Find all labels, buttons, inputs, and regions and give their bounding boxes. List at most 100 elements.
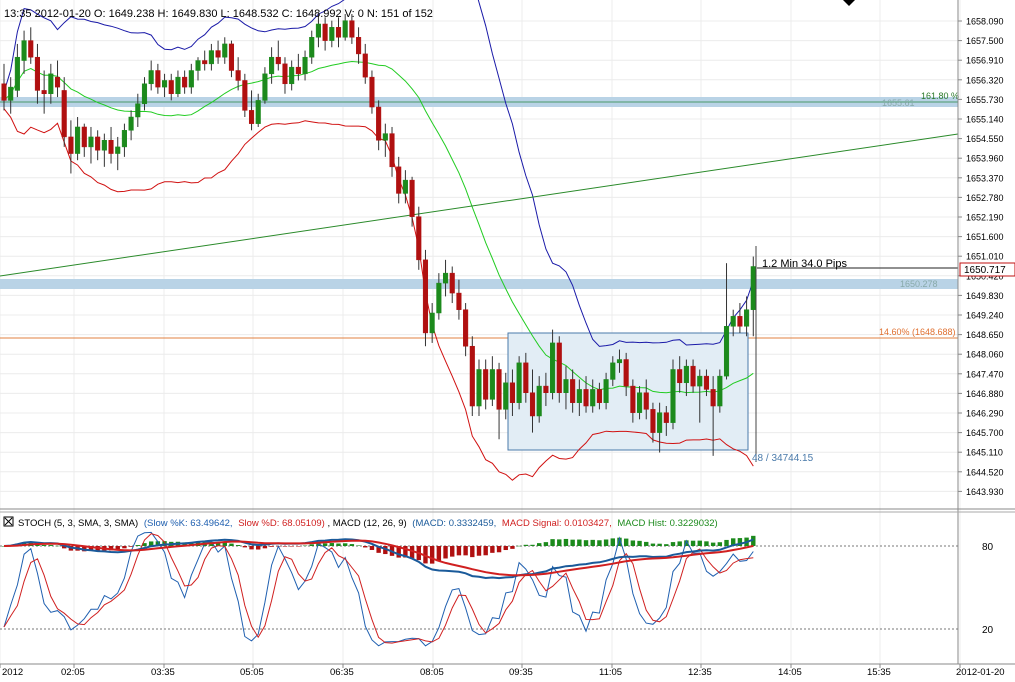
- macd-hist-bar: [456, 546, 462, 556]
- measure-label: 1.2 Min 34.0 Pips: [762, 258, 847, 270]
- macd-hist-bar: [483, 546, 488, 556]
- chart-svg[interactable]: 1655.61 161.80 % 1650.278 14.60% (1648.6…: [0, 0, 1015, 678]
- macd-hist-bar: [235, 545, 241, 546]
- macd-hist-bar: [336, 543, 341, 546]
- macd-hist-bar: [450, 546, 455, 557]
- macd-hist-bar: [122, 546, 127, 549]
- macd-hist-bar: [262, 546, 268, 549]
- candle: [422, 249, 429, 347]
- macd-hist-bar: [637, 540, 642, 546]
- macd-hist-bar: [630, 540, 636, 546]
- price-tick-label: 1648.060: [966, 350, 1004, 360]
- macd-hist-bar: [289, 546, 294, 547]
- macd-hist-bar: [329, 543, 335, 546]
- macd-hist-bar: [590, 539, 595, 546]
- price-tick-label: 1643.930: [966, 487, 1004, 497]
- macd-hist-bar: [269, 546, 274, 547]
- macd-hist-bar: [623, 538, 629, 546]
- macd-hist-bar: [55, 545, 60, 547]
- macd-hist-bar: [41, 545, 47, 546]
- fib-low-label: 14.60% (1648.688): [879, 327, 956, 337]
- price-tick-label: 1651.600: [966, 232, 1004, 242]
- macd-hist-bar: [530, 544, 535, 546]
- macd-hist-bar: [577, 539, 582, 546]
- macd-hist-bar: [229, 543, 234, 546]
- macd-hist-bar: [349, 544, 355, 546]
- time-tick-label: 2012-01-20: [956, 667, 1005, 677]
- macd-hist-bar: [543, 542, 549, 546]
- macd-hist-bar: [717, 542, 723, 546]
- macd-hist-bar: [610, 538, 615, 546]
- macd-hist-bar: [242, 546, 248, 548]
- macd-legend: , MACD (12, 26, 9): [327, 518, 406, 529]
- box-label: 48 / 34744.15: [752, 453, 814, 464]
- time-tick-label: 06:35: [330, 667, 354, 677]
- time-tick-label: 05:05: [240, 667, 264, 677]
- price-tick-label: 1658.090: [966, 17, 1004, 27]
- price-tick-label: 1655.140: [966, 115, 1004, 125]
- candle: [516, 356, 522, 410]
- macd-hist-bar: [48, 545, 54, 546]
- macd-hist-bar: [664, 544, 669, 546]
- macd-hist-legend: MACD Hist: 0.3229032): [617, 518, 717, 529]
- macd-hist-bar: [476, 546, 482, 556]
- price-tick-label: 1656.910: [966, 56, 1004, 66]
- price-tick-label: 1648.650: [966, 330, 1004, 340]
- candle: [717, 369, 723, 413]
- macd-signal-legend: MACD Signal: 0.0103427,: [502, 518, 612, 529]
- price-tick-label: 1645.700: [966, 428, 1004, 438]
- macd-hist-bar: [135, 545, 140, 546]
- time-tick-label: 08:05: [420, 667, 444, 677]
- macd-hist-bar: [563, 538, 569, 546]
- macd-hist-bar: [516, 545, 522, 547]
- macd-hist-bar: [557, 539, 562, 546]
- fib-high-value: 1655.61: [882, 98, 915, 108]
- ohlc-info: 13:35 2012-01-20 O: 1649.238 H: 1649.830…: [4, 8, 433, 20]
- slowd-legend: Slow %D: 68.05109): [238, 518, 325, 529]
- price-tick-label: 1646.290: [966, 409, 1004, 419]
- macd-hist-bar: [342, 543, 348, 546]
- macd-hist-bar: [650, 543, 656, 546]
- time-tick-label: 14:05: [778, 667, 802, 677]
- macd-hist-bar: [256, 546, 261, 550]
- level-80-label: 80: [982, 542, 994, 553]
- time-tick-label: 02:05: [61, 667, 85, 677]
- price-tick-label: 1656.320: [966, 75, 1004, 85]
- macd-hist-bar: [490, 546, 495, 553]
- price-tick-label: 1652.780: [966, 193, 1004, 203]
- macd-hist-bar: [429, 546, 435, 564]
- macd-hist-bar: [496, 546, 502, 553]
- macd-hist-bar: [697, 540, 702, 546]
- fib-high-label: 161.80 %: [921, 91, 959, 101]
- macd-hist-bar: [704, 541, 709, 546]
- macd-hist-bar: [369, 546, 375, 550]
- price-tick-label: 1657.500: [966, 36, 1004, 46]
- macd-hist-bar: [282, 546, 288, 547]
- macd-hist-bar: [309, 544, 314, 546]
- macd-hist-bar: [583, 540, 589, 546]
- macd-hist-bar: [603, 539, 609, 546]
- stoch-legend: STOCH (5, 3, SMA, 3, SMA): [18, 518, 138, 529]
- support-zone: [0, 279, 958, 289]
- macd-hist-bar: [710, 542, 716, 546]
- price-tick-label: 1649.830: [966, 291, 1004, 301]
- price-tick-label: 1651.010: [966, 252, 1004, 262]
- macd-hist-bar: [296, 546, 301, 547]
- trading-chart[interactable]: 1655.61 161.80 % 1650.278 14.60% (1648.6…: [0, 0, 1015, 678]
- macd-hist-bar: [510, 546, 515, 549]
- fib-mid-label: 1650.278: [900, 279, 938, 289]
- macd-hist-bar: [463, 546, 468, 556]
- price-tick-label: 1655.730: [966, 95, 1004, 105]
- macd-hist-bar: [550, 539, 555, 546]
- macd-hist-bar: [690, 540, 696, 546]
- price-tick-label: 1647.470: [966, 369, 1004, 379]
- time-tick-label: 12:35: [688, 667, 712, 677]
- macd-hist-bar: [322, 543, 328, 546]
- candle: [670, 359, 676, 430]
- candle: [556, 336, 562, 403]
- macd-hist-bar: [670, 542, 676, 546]
- macd-hist-bar: [597, 540, 602, 546]
- macd-hist-bar: [724, 539, 729, 546]
- price-tick-label: 1652.190: [966, 213, 1004, 223]
- slowk-legend: (Slow %K: 63.49642,: [144, 518, 233, 529]
